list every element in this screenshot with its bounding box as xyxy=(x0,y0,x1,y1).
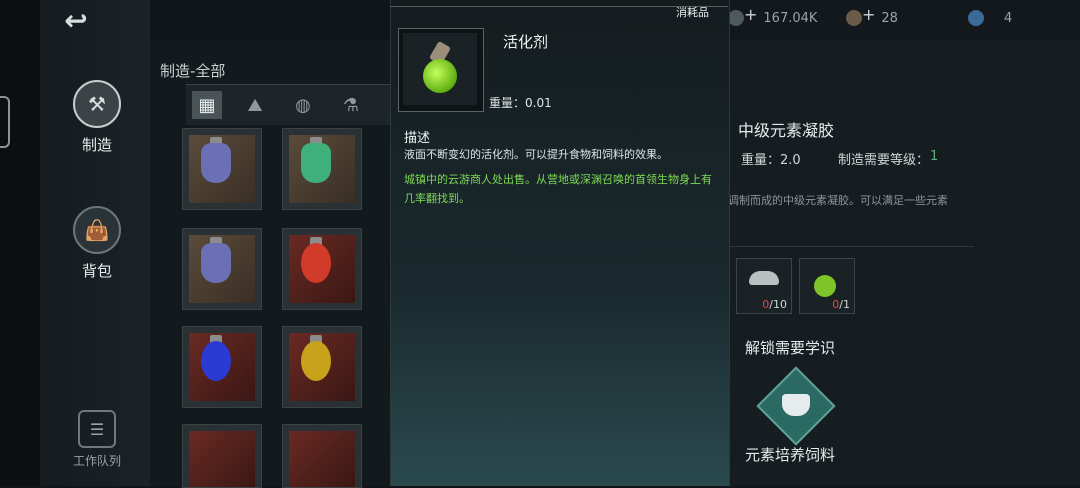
potion-icon xyxy=(814,275,836,297)
recipe-level-label: 制造需要等级： xyxy=(838,153,930,168)
recipe-level-value: 1 xyxy=(930,149,939,164)
grid-item[interactable] xyxy=(182,424,262,488)
currency-1: +167.04K xyxy=(728,5,818,26)
item-source: 城镇中的云游商人处出售。从营地或深渊召唤的首领生物身上有几率翻找到。 xyxy=(404,173,712,205)
side-handle[interactable] xyxy=(0,96,10,148)
tab-all[interactable]: ▦ xyxy=(192,91,222,119)
bag-icon: 👜 xyxy=(73,206,121,254)
recipe-weight: 重量：2.0 xyxy=(741,153,801,168)
screen-edge xyxy=(0,0,40,486)
currency-3: 4 xyxy=(968,10,1012,26)
material-slot[interactable]: 0/10 xyxy=(736,258,792,314)
category-tab-bar: ▦ ⛰ ◍ ⚗ xyxy=(186,84,390,125)
item-icon-frame xyxy=(398,28,484,112)
coin-icon xyxy=(728,10,744,26)
craft-section-title: 制造-全部 xyxy=(160,62,226,80)
plus-icon[interactable]: + xyxy=(862,5,875,24)
material-slot[interactable]: 0/1 xyxy=(799,258,855,314)
nav-bag[interactable]: 👜 背包 xyxy=(70,206,124,281)
tab-gear[interactable]: ◍ xyxy=(288,91,318,119)
flask-icon: ⚗ xyxy=(342,94,360,116)
plus-icon[interactable]: + xyxy=(744,5,757,24)
item-name: 活化剂 xyxy=(503,33,549,51)
divider xyxy=(728,246,974,247)
grid-item[interactable] xyxy=(282,326,362,408)
tab-consumables[interactable]: ⚗ xyxy=(336,91,366,119)
item-description: 液面不断变幻的活化剂。可以提升食物和饲料的效果。 xyxy=(404,148,668,161)
gem-icon xyxy=(968,10,984,26)
currency-bar: +167.04K +28 4 xyxy=(728,0,1080,40)
currency-1-value: 167.04K xyxy=(763,10,818,26)
queue-icon: ☰ xyxy=(78,410,116,448)
grid-item[interactable] xyxy=(282,228,362,310)
material-count: 0/1 xyxy=(832,298,850,311)
nav-work-queue[interactable]: ☰ 工作队列 xyxy=(70,410,124,469)
material-count: 0/10 xyxy=(762,298,787,311)
recipe-title: 中级元素凝胶 xyxy=(738,121,835,140)
grid-item[interactable] xyxy=(282,424,362,488)
currency-2-value: 28 xyxy=(881,10,898,26)
cauldron-icon[interactable] xyxy=(756,366,836,446)
potion-icon xyxy=(423,59,457,93)
description-heading: 描述 xyxy=(404,131,431,146)
back-button[interactable]: ↩ xyxy=(56,6,96,36)
hammer-icon: ⚒ xyxy=(73,80,121,128)
grid-item[interactable] xyxy=(282,128,362,210)
grid-item[interactable] xyxy=(182,326,262,408)
item-weight: 重量：0.01 xyxy=(489,96,552,110)
ore-icon: ⛰ xyxy=(247,94,263,116)
grid-item[interactable] xyxy=(182,228,262,310)
item-category-tag: 消耗品 xyxy=(676,6,709,19)
unlock-item-name: 元素培养饲料 xyxy=(745,446,836,464)
currency-2: +28 xyxy=(846,5,898,26)
tab-materials[interactable]: ⛰ xyxy=(240,91,270,119)
nav-craft-label: 制造 xyxy=(81,136,112,154)
token-icon xyxy=(846,10,862,26)
nav-queue-label: 工作队列 xyxy=(72,454,121,468)
nav-bag-label: 背包 xyxy=(81,262,112,280)
unlock-heading: 解锁需要学识 xyxy=(745,339,836,357)
grid-item[interactable] xyxy=(182,128,262,210)
sphere-icon: ◍ xyxy=(295,94,311,116)
mushroom-icon xyxy=(749,271,779,285)
recipe-description: 调制而成的中级元素凝胶。可以满足一些元素 xyxy=(728,194,948,207)
grid-icon: ▦ xyxy=(198,94,216,116)
currency-3-value: 4 xyxy=(1004,10,1013,26)
nav-craft[interactable]: ⚒ 制造 xyxy=(70,80,124,155)
